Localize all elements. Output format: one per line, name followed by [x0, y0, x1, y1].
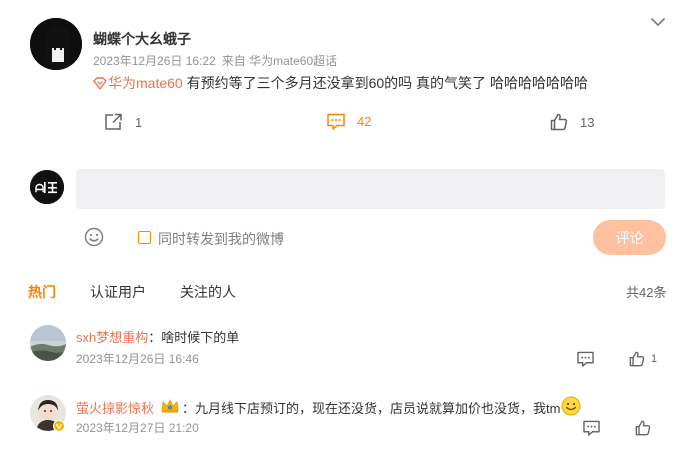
topic-label: 华为mate60: [108, 75, 183, 91]
my-avatar[interactable]: ᗩ: [30, 170, 64, 204]
post-body-text: 有预约等了三个多月还没拿到60的吗 真的气笑了 哈哈哈哈哈哈哈: [182, 75, 588, 91]
smile-emoji-icon: [561, 396, 581, 419]
supertopic-icon: [93, 77, 107, 90]
fan-crown-icon: [160, 398, 180, 417]
comment-separator: ：: [182, 401, 196, 416]
post-text: 华为mate60 有预约等了三个多月还没拿到60的吗 真的气笑了 哈哈哈哈哈哈哈: [93, 74, 588, 92]
post-author-avatar[interactable]: [30, 18, 82, 70]
topic-link[interactable]: 华为mate60: [93, 75, 183, 91]
comment-count: 42: [357, 114, 372, 129]
comment-icon: [577, 351, 594, 367]
post-author-name[interactable]: 蝴蝶个大幺蛾子: [93, 29, 191, 49]
comment-username[interactable]: 萤火掠影惊秋: [76, 398, 154, 417]
comment-like-count: 1: [651, 353, 658, 365]
comment-separator: ：: [148, 330, 162, 345]
repost-icon: [105, 113, 122, 130]
submit-comment-button[interactable]: 评论: [593, 220, 666, 255]
comment-content: sxh梦想重构：啥时候下的单: [76, 327, 239, 346]
comment-time: 2023年12月26日 16:46: [76, 352, 199, 366]
comment-reply-button[interactable]: [577, 351, 594, 367]
comment-input[interactable]: [76, 169, 665, 209]
repost-checkbox-label[interactable]: 同时转发到我的微博: [158, 229, 284, 249]
comment-username[interactable]: sxh梦想重构: [76, 330, 148, 345]
post-date[interactable]: 2023年12月26日 16:22: [93, 54, 216, 68]
like-icon: [635, 420, 651, 436]
comment-text: 九月线下店预订的，现在还没货，店员说就算加价也没货，我tm: [195, 401, 561, 416]
comment-button[interactable]: 42: [327, 113, 371, 130]
tab-verified-users[interactable]: 认证用户: [90, 282, 146, 302]
repost-count: 1: [135, 114, 143, 130]
like-icon: [550, 113, 568, 131]
post-meta: 2023年12月26日 16:22 来自 华为mate60超话: [93, 52, 343, 69]
chevron-down-icon[interactable]: [648, 14, 668, 30]
comment-icon: [327, 113, 345, 130]
tab-hot[interactable]: 热门: [28, 282, 56, 302]
repost-checkbox[interactable]: [138, 231, 151, 244]
comment-text: 啥时候下的单: [161, 330, 240, 345]
comment-total: 共42条: [626, 285, 667, 300]
comment-like-button[interactable]: 1: [629, 351, 657, 367]
svg-text:ᗩ: ᗩ: [35, 183, 44, 195]
comment-time: 2023年12月27日 21:20: [76, 421, 199, 435]
emoji-icon[interactable]: [84, 227, 104, 247]
comment-icon: [583, 420, 600, 436]
like-button[interactable]: 13: [550, 113, 594, 131]
comment-content: 萤火掠影惊秋 ：九月线下店预订的，现在还没货，店员说就算加价也没货，我tm: [76, 396, 581, 419]
comment-like-button[interactable]: [635, 420, 651, 436]
post-source[interactable]: 来自 华为mate60超话: [222, 54, 337, 68]
like-icon: [629, 351, 645, 367]
verified-badge-icon: [53, 420, 65, 432]
tab-following[interactable]: 关注的人: [180, 282, 236, 302]
comment-avatar[interactable]: [30, 325, 66, 361]
comment-reply-button[interactable]: [583, 420, 600, 436]
repost-button[interactable]: 1: [104, 113, 142, 131]
like-count: 13: [580, 114, 595, 130]
